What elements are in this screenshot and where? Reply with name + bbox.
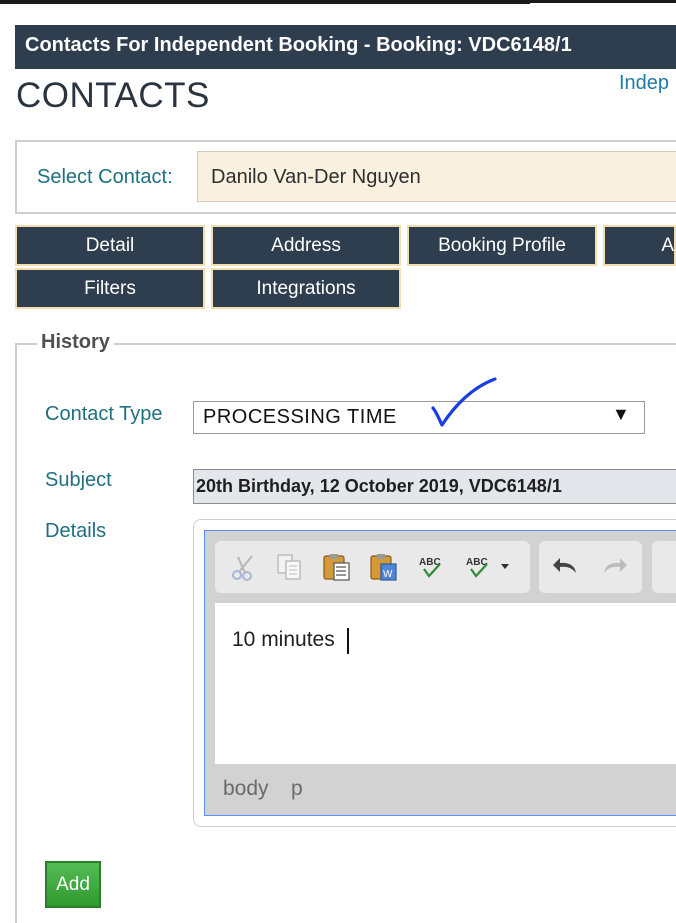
details-label: Details	[45, 520, 107, 542]
tab-filters[interactable]: Filters	[15, 268, 205, 309]
handwritten-checkmark-annotation	[431, 377, 497, 427]
element-path-p[interactable]: p	[291, 777, 303, 801]
window-title: Contacts For Independent Booking - Booki…	[15, 25, 676, 69]
independent-link[interactable]: Indep	[619, 72, 669, 95]
paste-from-word-icon[interactable]: W	[369, 552, 399, 582]
redo-icon[interactable]	[599, 552, 629, 582]
copy-icon[interactable]	[275, 552, 305, 582]
contact-type-label: Contact Type	[45, 403, 163, 425]
tab-booking-profile[interactable]: Booking Profile	[407, 225, 597, 266]
more-toolbar-group	[652, 541, 676, 593]
spellcheck-as-you-type-icon[interactable]: ABC	[463, 552, 515, 582]
subject-field[interactable]: 20th Birthday, 12 October 2019, VDC6148/…	[193, 469, 676, 504]
top-border-right	[530, 0, 676, 3]
select-contact-input[interactable]: Danilo Van-Der Nguyen	[197, 151, 676, 202]
dropdown-arrow-icon[interactable]: ▼	[612, 404, 630, 425]
element-path-body[interactable]: body	[223, 777, 269, 801]
tab-detail[interactable]: Detail	[15, 225, 205, 266]
history-legend: History	[37, 331, 114, 354]
top-border	[0, 0, 530, 4]
cut-icon[interactable]	[228, 552, 258, 582]
contact-type-select[interactable]: PROCESSING TIME	[193, 401, 645, 434]
text-caret	[347, 628, 349, 654]
undo-icon[interactable]	[551, 552, 581, 582]
spellcheck-icon[interactable]: ABC	[416, 552, 446, 582]
tab-address[interactable]: Address	[211, 225, 401, 266]
add-button[interactable]: Add	[45, 861, 101, 908]
paste-icon[interactable]	[322, 552, 352, 582]
svg-text:W: W	[383, 569, 393, 580]
tab-integrations[interactable]: Integrations	[211, 268, 401, 309]
editor-text: 10 minutes	[232, 628, 335, 651]
tab-partial[interactable]: A	[603, 225, 676, 266]
select-contact-label: Select Contact:	[37, 166, 173, 188]
page-title: CONTACTS	[16, 76, 210, 115]
subject-label: Subject	[45, 469, 112, 491]
